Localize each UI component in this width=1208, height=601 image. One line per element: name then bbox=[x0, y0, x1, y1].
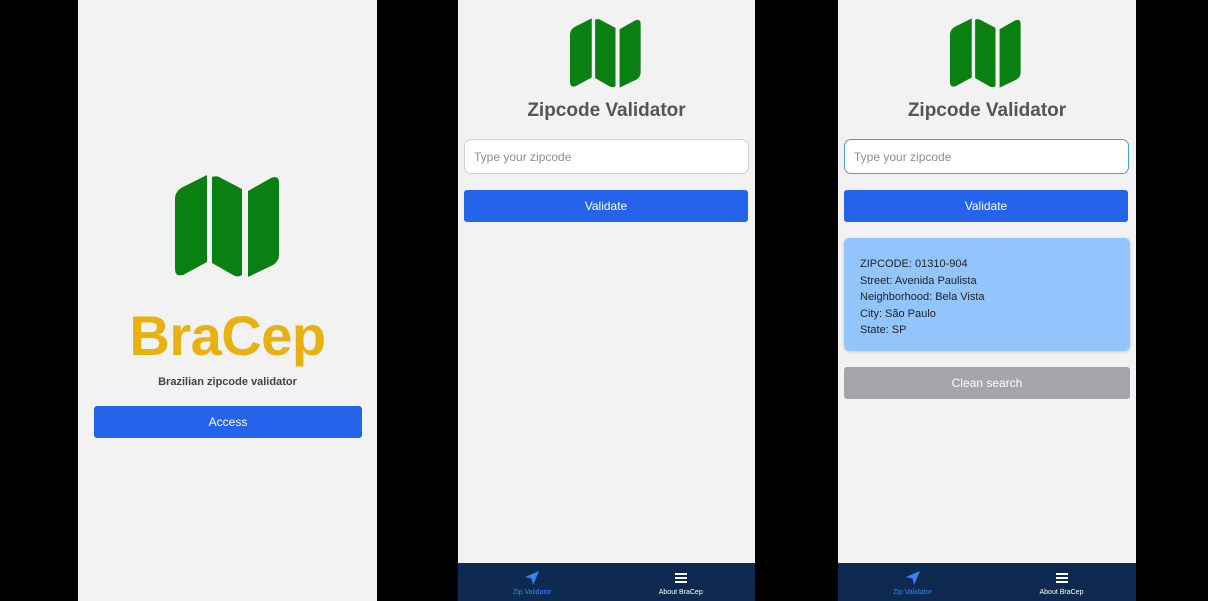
bottom-tab-bar: Zip Validator About BraCep bbox=[838, 563, 1136, 601]
bottom-tab-bar: Zip Validator About BraCep bbox=[458, 563, 755, 601]
page-title: Zipcode Validator bbox=[527, 100, 686, 121]
validate-button[interactable]: Validate bbox=[464, 190, 748, 222]
validator-screen-result: Zipcode Validator Validate ZIPCODE: 0131… bbox=[838, 0, 1136, 601]
map-icon bbox=[950, 18, 1021, 88]
screenshot-stage: BraCep Brazilian zipcode validator Acces… bbox=[0, 0, 1208, 601]
tab-label: Zip Validator bbox=[512, 589, 552, 596]
menu-icon bbox=[674, 573, 687, 583]
navigation-arrow-icon bbox=[905, 571, 920, 585]
tab-zip-validator[interactable]: Zip Validator bbox=[458, 563, 607, 601]
map-icon bbox=[570, 18, 641, 88]
menu-icon bbox=[1055, 573, 1068, 583]
clean-search-button[interactable]: Clean search bbox=[844, 367, 1130, 399]
tab-label: About BraCep bbox=[658, 589, 703, 596]
result-city: City: São Paulo bbox=[860, 307, 936, 320]
result-street: Street: Avenida Paulista bbox=[860, 274, 977, 287]
brand-title: BraCep bbox=[129, 304, 326, 367]
validate-button[interactable]: Validate bbox=[844, 190, 1128, 222]
result-state: State: SP bbox=[860, 324, 907, 336]
zipcode-input[interactable] bbox=[464, 139, 749, 174]
result-zipcode: ZIPCODE: 01310-904 bbox=[860, 258, 968, 270]
tab-about-bracep[interactable]: About BraCep bbox=[987, 563, 1136, 601]
result-card: ZIPCODE: 01310-904 Street: Avenida Pauli… bbox=[844, 238, 1130, 351]
page-title: Zipcode Validator bbox=[907, 100, 1067, 121]
tab-label: Zip Validator bbox=[893, 589, 932, 596]
map-icon bbox=[175, 175, 279, 277]
tagline: Brazilian zipcode validator bbox=[158, 376, 297, 388]
result-neighborhood: Neighborhood: Bela Vista bbox=[860, 291, 985, 303]
access-button[interactable]: Access bbox=[94, 406, 362, 438]
welcome-screen: BraCep Brazilian zipcode validator Acces… bbox=[78, 0, 377, 601]
validator-screen-empty: Zipcode Validator Validate Zip Validator… bbox=[458, 0, 755, 601]
navigation-arrow-icon bbox=[525, 571, 540, 585]
tab-about-bracep[interactable]: About BraCep bbox=[607, 563, 756, 601]
tab-zip-validator[interactable]: Zip Validator bbox=[838, 563, 987, 601]
tab-label: About BraCep bbox=[1039, 589, 1084, 596]
zipcode-input[interactable] bbox=[844, 139, 1129, 174]
